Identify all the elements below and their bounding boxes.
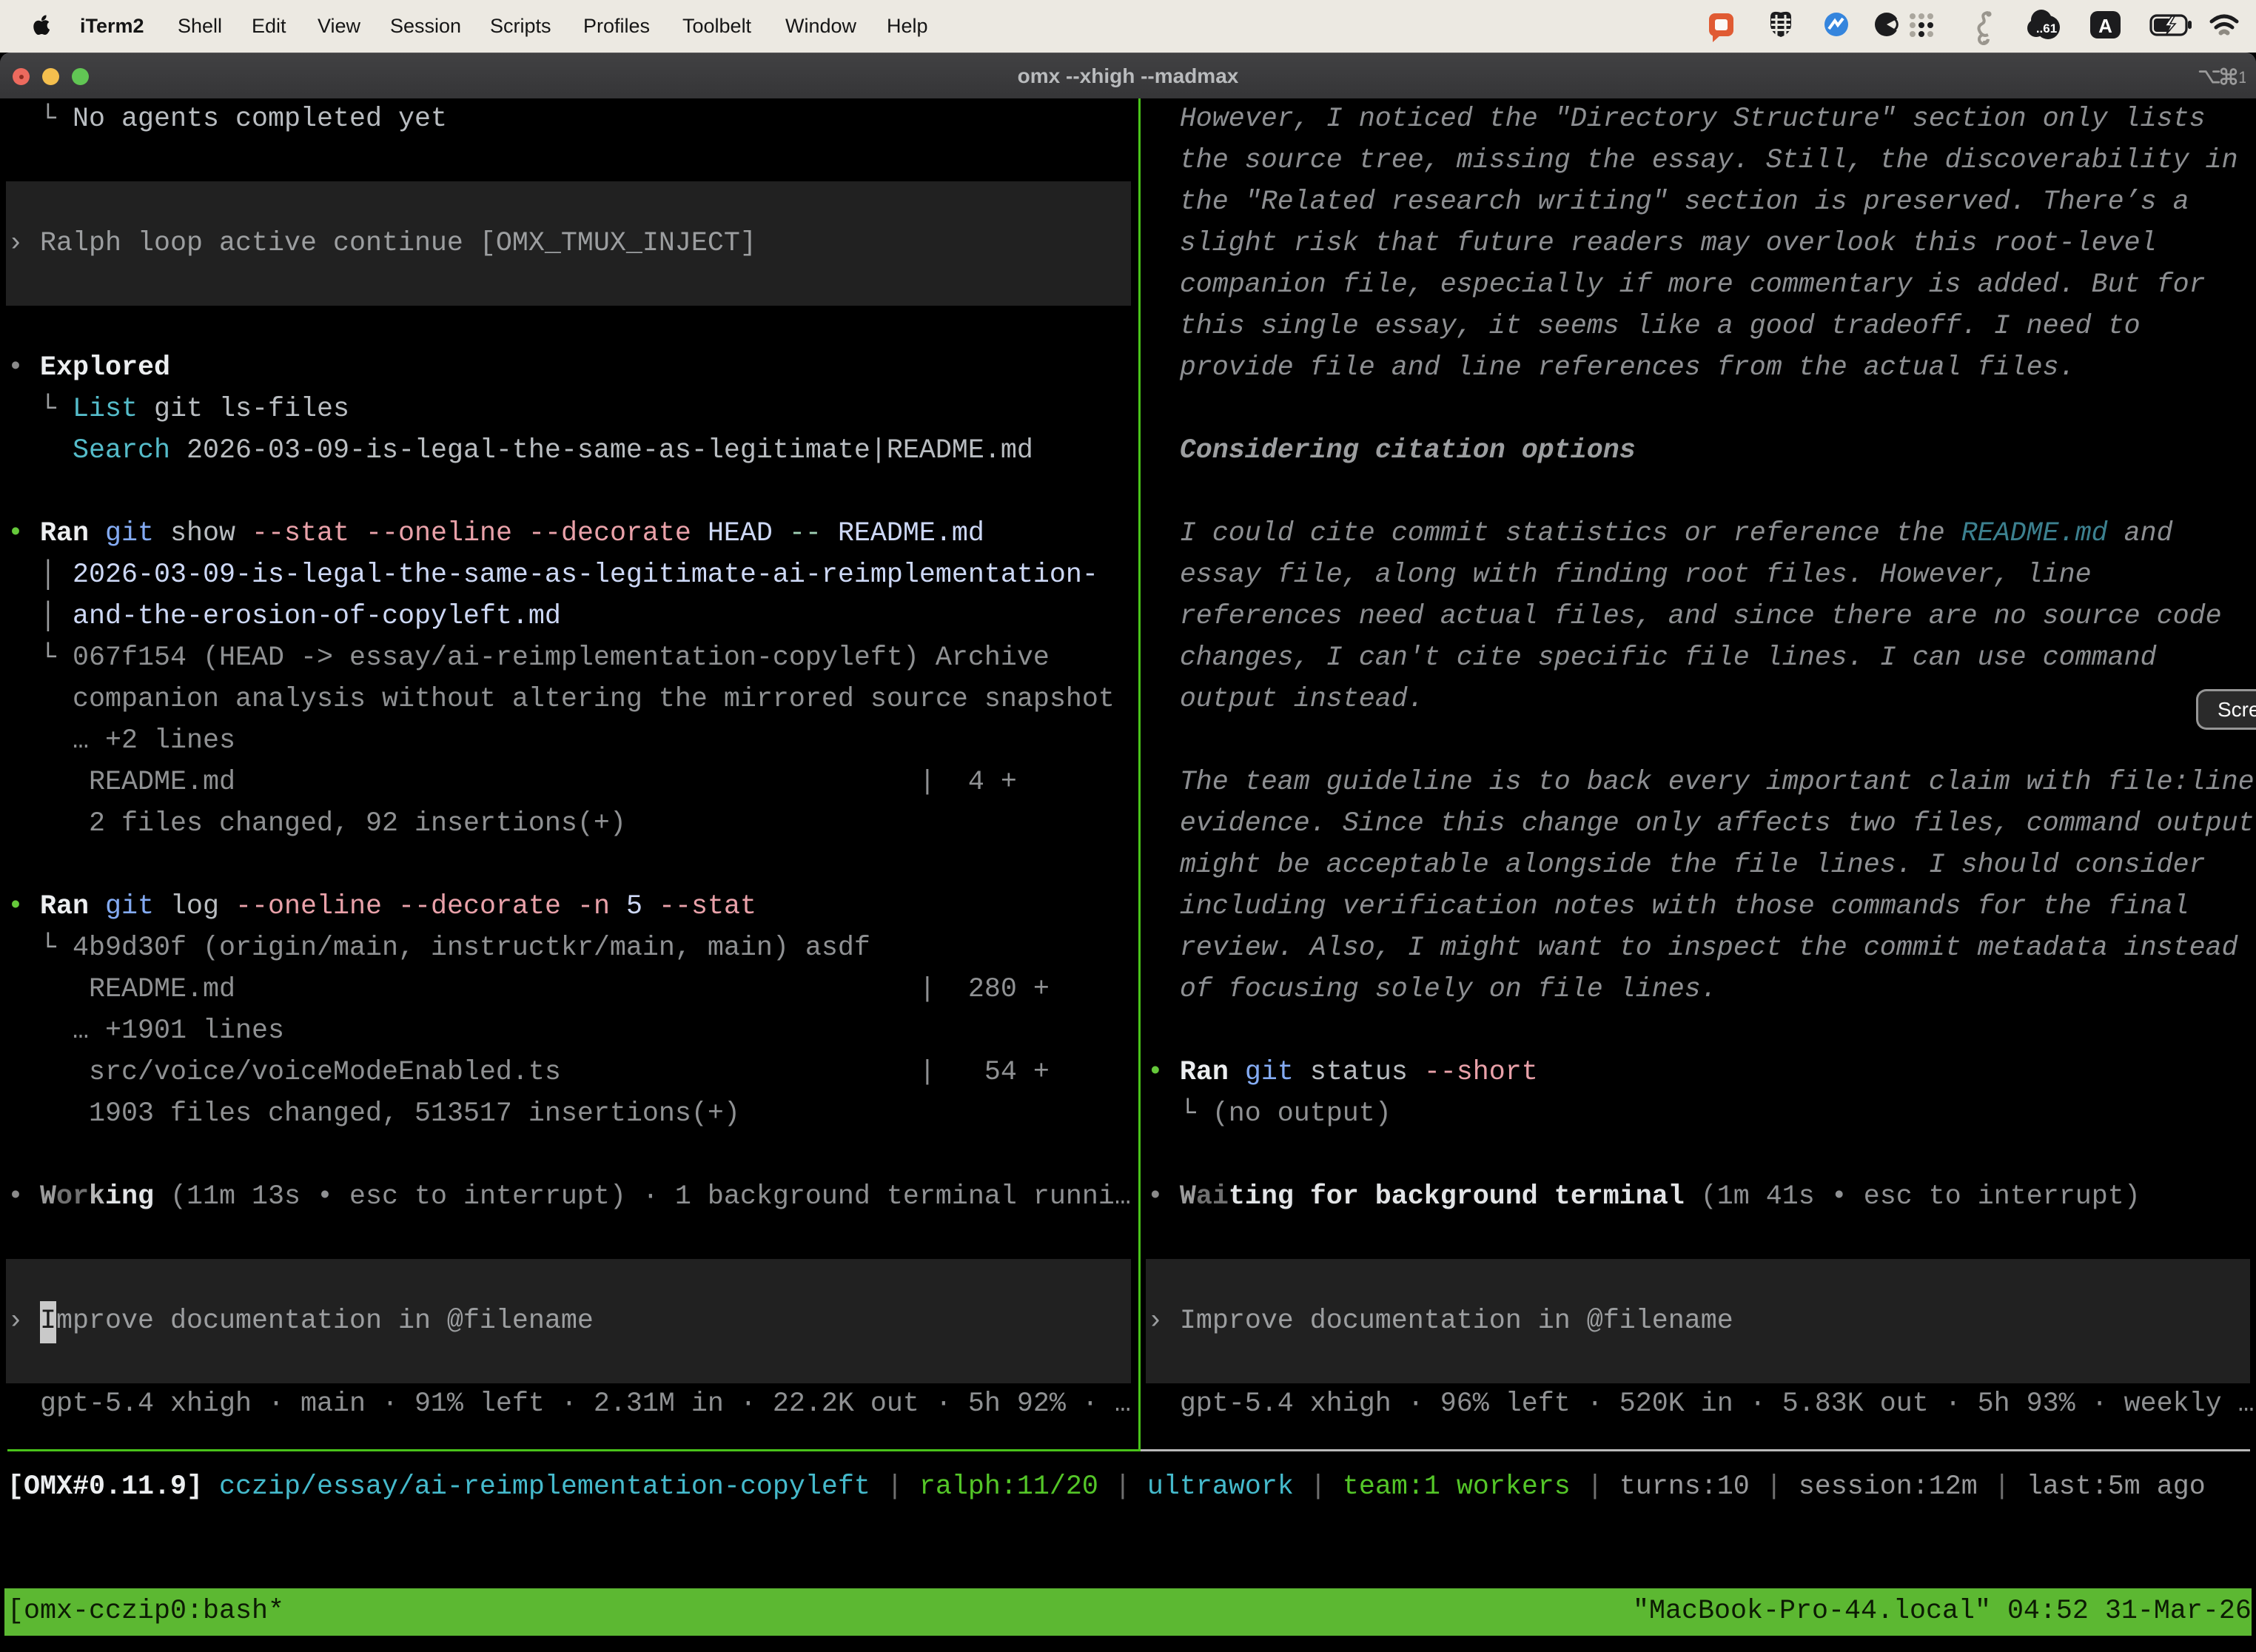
svg-text:1: 1 — [2238, 68, 2246, 87]
svg-text:..61: ..61 — [2036, 21, 2057, 36]
svg-text:A: A — [2098, 15, 2112, 37]
